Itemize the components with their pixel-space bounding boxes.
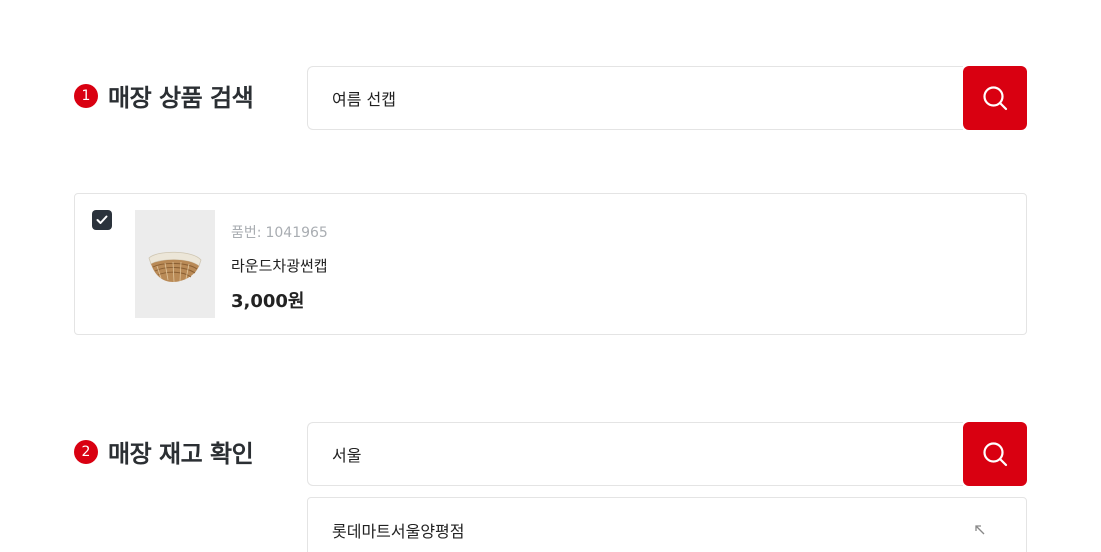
store-search-bar	[307, 422, 1027, 486]
sun-visor-image	[148, 251, 202, 283]
step-2-badge: 2	[74, 439, 98, 464]
product-info: 품번: 1041965 라운드차광썬캡 3,000원	[231, 222, 328, 313]
product-search-input[interactable]	[307, 66, 963, 130]
store-suggestion-label: 롯데마트서울양평점	[332, 522, 465, 541]
product-price: 3,000원	[231, 291, 305, 312]
item-number: 품번: 1041965	[231, 222, 328, 242]
step-1-badge: 1	[74, 83, 98, 108]
check-icon	[96, 215, 108, 224]
store-suggestion-item[interactable]: 롯데마트서울양평점	[308, 498, 1026, 552]
section-2-label: 매장 재고 확인	[108, 440, 254, 468]
product-checkbox[interactable]	[92, 210, 112, 230]
item-number-value: 1041965	[265, 225, 328, 241]
product-card[interactable]: 품번: 1041965 라운드차광썬캡 3,000원	[74, 193, 1027, 335]
search-icon	[983, 442, 1008, 467]
store-search-input[interactable]	[307, 422, 963, 486]
section-2-title: 2 매장 재고 확인	[74, 434, 254, 469]
arrow-up-left-icon[interactable]	[974, 521, 986, 540]
store-suggestion-list: 롯데마트서울양평점	[307, 497, 1027, 552]
search-icon	[983, 86, 1008, 111]
store-search-button[interactable]	[963, 422, 1027, 486]
item-number-label: 품번:	[231, 225, 262, 241]
product-image	[135, 210, 215, 318]
section-1-title: 1 매장 상품 검색	[74, 78, 254, 113]
section-1-label: 매장 상품 검색	[108, 84, 254, 112]
product-search-bar	[307, 66, 1027, 130]
product-name: 라운드차광썬캡	[231, 257, 328, 275]
product-search-button[interactable]	[963, 66, 1027, 130]
page: 1 매장 상품 검색 품번:1041965	[0, 0, 1101, 552]
